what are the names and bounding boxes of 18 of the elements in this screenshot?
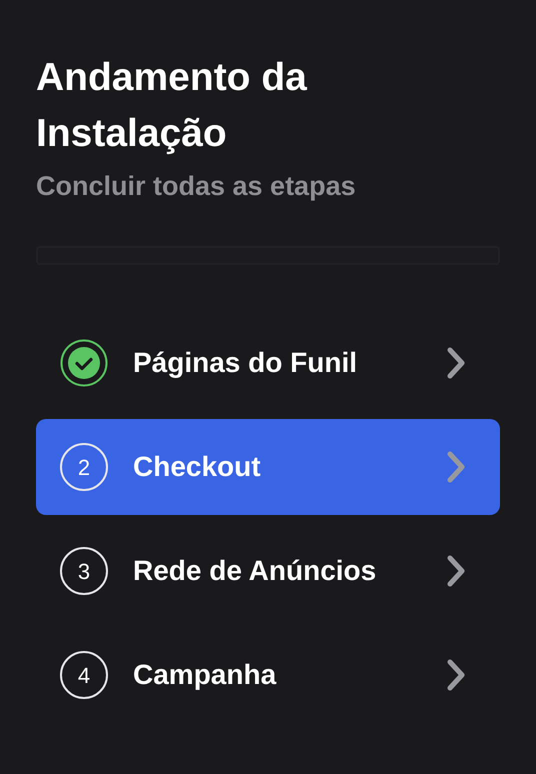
step-number: 2 [60,443,108,491]
step-item[interactable]: 2 Checkout [36,419,500,515]
page-subtitle: Concluir todas as etapas [36,170,357,203]
step-label: Checkout [133,450,262,484]
step-number: 3 [60,547,108,595]
step-item[interactable]: 4 Campanha [36,627,500,723]
step-item[interactable]: 3 Rede de Anúncios [36,523,500,619]
page-title: Andamento da Instalação [36,55,308,157]
step-number: 4 [60,651,108,699]
chevron-right-icon [446,554,466,588]
checkmark-circle-icon [60,339,108,387]
step-label: Campanha [133,658,278,692]
step-item[interactable]: Páginas do Funil [36,315,500,411]
chevron-right-icon [446,658,466,692]
step-label: Rede de Anúncios [133,554,378,588]
chevron-right-icon [446,450,466,484]
chevron-right-icon [446,346,466,380]
step-label: Páginas do Funil [133,346,358,380]
